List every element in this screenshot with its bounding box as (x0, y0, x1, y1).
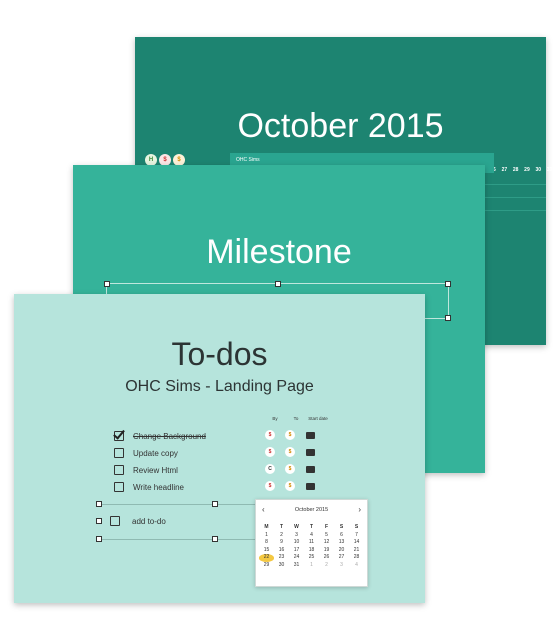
assignee-avatar[interactable]: $ (285, 481, 295, 491)
task-checkbox[interactable] (114, 465, 124, 475)
date-picker-header: ‹ October 2015 › (256, 500, 367, 514)
date-cell[interactable]: 12 (319, 539, 334, 547)
date-cell[interactable]: 2 (319, 562, 334, 570)
date-cell[interactable]: 28 (349, 554, 364, 562)
weekday-header: W (294, 524, 299, 530)
date-cell[interactable]: 18 (304, 547, 319, 555)
chevron-left-icon[interactable]: ‹ (262, 505, 265, 514)
date-cell[interactable]: 4 (304, 532, 319, 540)
row-label: OHC Sims (236, 157, 260, 163)
date-picker-grid: M T W T F S S 1 2 3 4 5 6 7 8 9 10 11 12 13 14 15 16 17 18 19 20 21… (259, 524, 367, 569)
resize-handle[interactable] (212, 501, 218, 507)
task-label[interactable]: Update copy (133, 449, 178, 458)
weekday-header: F (324, 524, 329, 530)
resize-handle[interactable] (104, 281, 110, 287)
assignee-avatar[interactable]: $ (265, 447, 275, 457)
header-start: Start date (308, 416, 328, 421)
date-cell[interactable]: 24 (289, 554, 304, 562)
date-cell[interactable]: 19 (319, 547, 334, 555)
task-row[interactable]: Change Background (114, 431, 206, 441)
assignee-avatar[interactable]: $ (285, 447, 295, 457)
date-cell[interactable]: 17 (289, 547, 304, 555)
header-by: By (272, 416, 278, 421)
weekday-header: S (339, 524, 344, 530)
date-cell[interactable]: 22 (259, 554, 274, 562)
assignee-avatar[interactable]: $ (285, 430, 295, 440)
add-todo-row[interactable]: add to-do (110, 516, 166, 526)
weekday-header: T (279, 524, 284, 530)
assignee-avatar[interactable]: $ (265, 430, 275, 440)
weekday-header: S (354, 524, 359, 530)
date-cell[interactable]: 7 (349, 532, 364, 540)
selection-edge (99, 539, 259, 540)
date-picker-month: October 2015 (294, 506, 329, 513)
weekday-header: T (309, 524, 314, 530)
task-checkbox[interactable] (114, 431, 124, 441)
calendar-icon[interactable] (306, 432, 315, 439)
assignee-avatar[interactable]: C (265, 464, 275, 474)
date-cell[interactable]: 30 (274, 562, 289, 570)
date-cell[interactable]: 15 (259, 547, 274, 555)
add-todo-checkbox[interactable] (110, 516, 120, 526)
date-cell[interactable]: 5 (319, 532, 334, 540)
date-cell[interactable]: 21 (349, 547, 364, 555)
resize-handle[interactable] (96, 501, 102, 507)
date-cell[interactable]: 4 (349, 562, 364, 570)
chevron-right-icon[interactable]: › (358, 505, 361, 514)
task-label[interactable]: Write headline (133, 483, 184, 492)
calendar-icon[interactable] (306, 449, 315, 456)
header-to: To (293, 416, 299, 421)
resize-handle[interactable] (212, 536, 218, 542)
assignee-avatar[interactable]: $ (285, 464, 295, 474)
date-picker[interactable]: ‹ October 2015 › M T W T F S S 1 2 3 4 5 6 7 8 9 10 11 12 1… (255, 499, 368, 587)
date-cell[interactable]: 20 (334, 547, 349, 555)
date-cell[interactable]: 2 (274, 532, 289, 540)
task-row[interactable]: Write headline (114, 482, 184, 492)
weekday-header: M (264, 524, 269, 530)
date-cell[interactable]: 1 (304, 562, 319, 570)
todos-subtitle: OHC Sims - Landing Page (125, 378, 314, 395)
date-cell[interactable]: 27 (334, 554, 349, 562)
calendar-icon[interactable] (306, 466, 315, 473)
date-cell[interactable]: 23 (274, 554, 289, 562)
date-cell[interactable]: 3 (334, 562, 349, 570)
todos-title: To-dos (171, 336, 268, 372)
task-row[interactable]: Update copy (114, 448, 178, 458)
selection-edge (99, 504, 259, 505)
task-row[interactable]: Review Html (114, 465, 178, 475)
date-cell[interactable]: 26 (319, 554, 334, 562)
date-cell[interactable]: 14 (349, 539, 364, 547)
date-cell[interactable]: 3 (289, 532, 304, 540)
date-cell[interactable]: 10 (289, 539, 304, 547)
resize-handle[interactable] (445, 315, 451, 321)
task-label[interactable]: Review Html (133, 466, 178, 475)
date-cell[interactable]: 25 (304, 554, 319, 562)
resize-handle[interactable] (445, 281, 451, 287)
task-checkbox[interactable] (114, 482, 124, 492)
calendar-grid (485, 172, 546, 232)
assignee-avatar[interactable]: $ (265, 481, 275, 491)
resize-handle[interactable] (96, 536, 102, 542)
calendar-title: October 2015 (237, 107, 444, 145)
milestone-title: Milestone (206, 233, 352, 271)
date-cell[interactable]: 8 (259, 539, 274, 547)
resize-handle[interactable] (275, 281, 281, 287)
date-cell[interactable]: 6 (334, 532, 349, 540)
task-label[interactable]: Change Background (133, 432, 206, 441)
date-cell[interactable]: 31 (289, 562, 304, 570)
calendar-icon[interactable] (306, 483, 315, 490)
date-cell[interactable]: 16 (274, 547, 289, 555)
task-checkbox[interactable] (114, 448, 124, 458)
resize-handle[interactable] (96, 518, 102, 524)
column-headers: By To Start date (264, 416, 330, 421)
date-cell[interactable]: 1 (259, 532, 274, 540)
date-cell[interactable]: 29 (259, 562, 274, 570)
date-cell[interactable]: 11 (304, 539, 319, 547)
date-cell[interactable]: 9 (274, 539, 289, 547)
add-todo-input[interactable]: add to-do (132, 517, 166, 526)
date-cell[interactable]: 13 (334, 539, 349, 547)
